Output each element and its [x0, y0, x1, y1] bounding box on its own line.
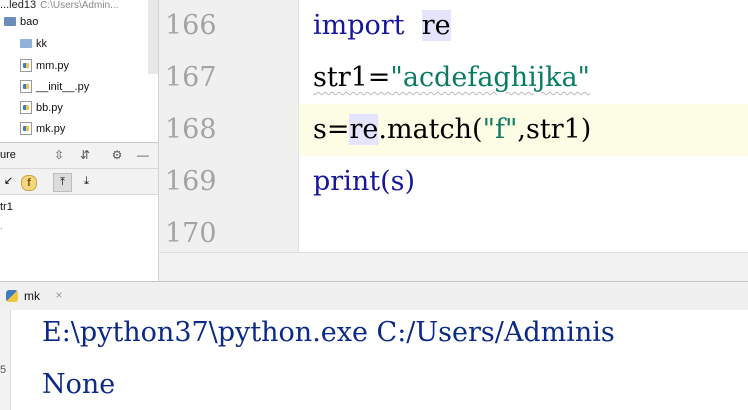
editor-horizontal-scrollbar[interactable] — [159, 252, 748, 281]
line-number: 168 — [165, 114, 217, 145]
structure-subtoolbar: ↙ f ⤒ ⤓ — [0, 169, 158, 195]
tree-item-init[interactable]: __init__.py — [20, 77, 158, 97]
project-header: ...led13 C:\Users\Admin... — [0, 0, 158, 10]
run-tab-mk[interactable]: mk — [6, 286, 40, 306]
tree-item-label: bao — [20, 16, 39, 28]
python-file-icon — [20, 100, 32, 114]
method-call: .match( — [378, 114, 483, 145]
call-args: (s) — [380, 166, 416, 197]
run-side-label: 5 — [0, 364, 7, 376]
tree-item-mk[interactable]: mk.py — [20, 119, 158, 139]
run-side-toolbar — [0, 310, 11, 410]
line-number: 169 — [165, 166, 217, 197]
sort-icon[interactable]: ↙ — [0, 173, 17, 190]
module-ref: re — [349, 114, 379, 145]
project-panel: ...led13 C:\Users\Admin... bao kk mm.py _… — [0, 0, 159, 142]
run-tab-label: mk — [24, 289, 40, 303]
console-output-line: None — [42, 369, 116, 400]
folder-icon — [4, 16, 16, 26]
gear-icon[interactable]: ⚙ — [108, 147, 126, 163]
console-command-line: E:\python37\python.exe C:/Users/Adminis — [42, 317, 615, 348]
code-line-167[interactable]: str1="acdefaghijka" — [313, 52, 590, 104]
structure-marker: . — [0, 221, 3, 231]
assign-prefix: s= — [313, 114, 350, 145]
tree-item-bao[interactable]: bao — [4, 12, 152, 32]
tree-item-bb[interactable]: bb.py — [20, 98, 158, 118]
tree-item-mm[interactable]: mm.py — [20, 56, 158, 76]
python-file-icon — [20, 58, 32, 72]
builtin-print: print — [313, 166, 381, 197]
python-file-icon — [20, 79, 32, 93]
variable-assign: str1= — [313, 62, 391, 93]
folder-icon — [20, 38, 32, 48]
tree-item-label: kk — [36, 38, 47, 50]
project-title: ...led13 — [0, 0, 37, 10]
tree-item-label: mk.py — [36, 123, 66, 135]
string-literal: "f" — [482, 114, 518, 145]
tree-item-kk[interactable]: kk — [20, 34, 158, 54]
structure-toolbar: ure ⇳ ⇵ ⚙ — — [0, 143, 158, 169]
line-number: 166 — [165, 10, 217, 41]
minimize-icon[interactable]: — — [134, 147, 152, 163]
structure-panel: ure ⇳ ⇵ ⚙ — ↙ f ⤒ ⤓ tr1 . — [0, 142, 159, 281]
module-name: re — [421, 10, 451, 41]
python-run-icon — [6, 289, 18, 302]
string-literal: "acdefaghijka" — [390, 62, 590, 93]
structure-item-str1[interactable]: tr1 — [0, 201, 13, 213]
navigate-up-icon[interactable]: ⤒ — [53, 173, 72, 192]
collapse-all-icon[interactable]: ⇵ — [76, 147, 94, 163]
code-line-169[interactable]: print(s) — [313, 156, 415, 208]
code-line-166[interactable]: import re — [313, 0, 451, 52]
import-keyword: import — [313, 10, 405, 41]
tree-item-label: __init__.py — [36, 81, 90, 93]
navigate-down-icon[interactable]: ⤓ — [78, 173, 95, 190]
expand-all-icon[interactable]: ⇳ — [50, 147, 68, 163]
python-file-icon — [20, 121, 32, 135]
fields-icon[interactable]: f — [21, 175, 37, 191]
tree-item-label: mm.py — [36, 60, 69, 72]
code-line-168[interactable]: s=re.match("f",str1) — [313, 104, 591, 156]
call-args: ,str1) — [517, 114, 592, 145]
tree-item-label: bb.py — [36, 102, 63, 114]
project-path: C:\Users\Admin... — [40, 0, 119, 11]
close-icon[interactable]: × — [52, 288, 66, 302]
run-tabbar: mk × — [0, 281, 748, 311]
line-number: 167 — [165, 62, 217, 93]
structure-title: ure — [0, 149, 16, 161]
